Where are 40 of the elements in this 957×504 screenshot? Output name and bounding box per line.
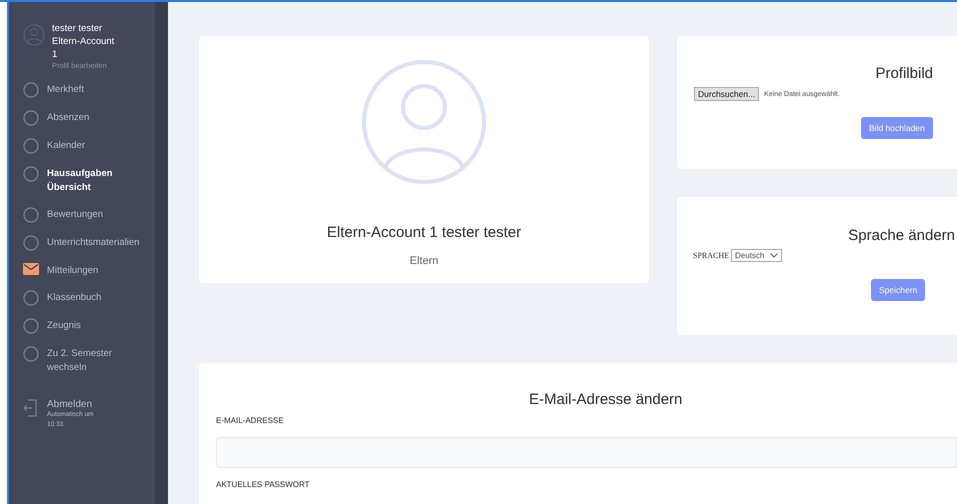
nav-item[interactable]: Merkheft <box>47 83 142 97</box>
envelope-icon <box>23 263 39 275</box>
card-title: Sprache ändern <box>847 227 956 244</box>
upload-button[interactable]: Bild hochladen <box>861 117 933 139</box>
circle-icon <box>23 235 39 251</box>
email-label: E-MAIL-ADRESSE <box>216 416 285 425</box>
card-title: Profilbild <box>874 65 934 82</box>
browse-button[interactable]: Durchsuchen... <box>694 87 760 101</box>
circle-icon <box>23 318 39 334</box>
nav-item[interactable]: Absenzen <box>47 111 142 125</box>
language-select[interactable]: Deutsch <box>731 249 782 262</box>
nav-item[interactable]: Bewertungen <box>47 208 142 222</box>
circle-icon <box>23 110 39 126</box>
circle-icon <box>23 346 39 362</box>
avatar-icon <box>361 59 487 185</box>
circle-icon <box>23 82 39 98</box>
nav-item[interactable]: Klassenbuch <box>47 291 142 305</box>
save-button[interactable]: Speichern <box>871 279 926 301</box>
nav-item[interactable]: Hausaufgaben Übersicht <box>47 167 117 195</box>
user-name: tester tester <box>52 22 104 35</box>
nav-item[interactable]: Kalender <box>47 139 142 153</box>
logout-icon <box>23 399 37 417</box>
profile-name: Eltern-Account 1 tester tester <box>326 224 522 241</box>
chevron-icon <box>770 253 778 258</box>
logout-link[interactable]: Abmelden <box>47 399 97 410</box>
account-name: Eltern-Account 1 <box>52 35 116 61</box>
email-field[interactable] <box>216 437 957 468</box>
password-label: AKTUELLES PASSWORT <box>216 480 311 489</box>
circle-icon <box>23 166 39 182</box>
card-title: E-Mail-Adresse ändern <box>528 391 684 408</box>
nav-item[interactable]: Zeugnis <box>47 319 142 333</box>
profile-role: Eltern <box>410 255 438 267</box>
circle-icon <box>23 290 39 306</box>
circle-icon <box>23 138 39 154</box>
language-label: SPRACHE <box>693 251 730 260</box>
nav-item[interactable]: Mitteilungen <box>47 264 142 278</box>
nav-item[interactable]: Unterrichtsmaterialien <box>47 236 142 250</box>
nav-item[interactable]: Zu 2. Semester wechseln <box>47 347 142 375</box>
avatar-icon <box>23 24 45 46</box>
circle-icon <box>23 207 39 223</box>
